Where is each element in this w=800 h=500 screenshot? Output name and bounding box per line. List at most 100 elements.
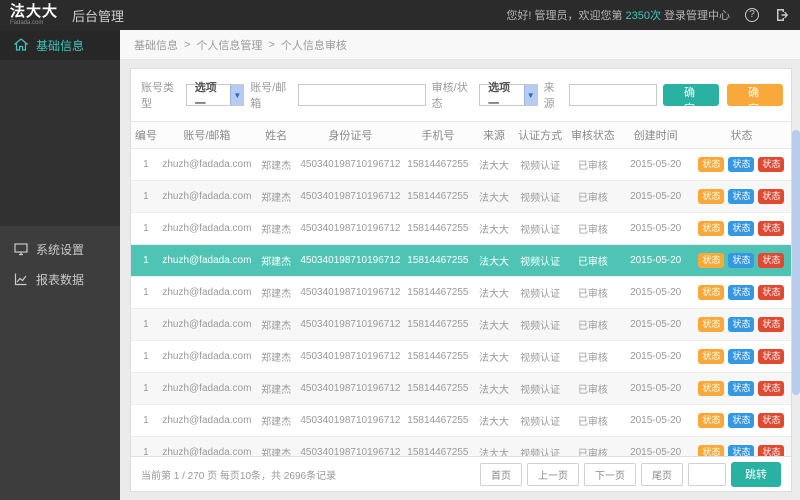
breadcrumb: 基础信息 > 个人信息管理 > 个人信息审核: [120, 30, 800, 60]
row-status-button[interactable]: 状态: [698, 317, 725, 332]
last-page-button[interactable]: 尾页: [641, 462, 683, 486]
sidebar-item-basic-info[interactable]: 基础信息: [0, 30, 120, 60]
cell-auth: 视频认证: [513, 180, 567, 213]
prev-page-button[interactable]: 上一页: [527, 462, 579, 486]
row-status-button[interactable]: 状态: [758, 349, 785, 364]
row-status-button[interactable]: 状态: [698, 157, 725, 172]
table-row[interactable]: 1 zhuzh@fadada.com 郑建杰 450340198710196712 15…: [131, 404, 791, 437]
cell-phone: 15814467255: [401, 148, 475, 181]
row-status-button[interactable]: 状态: [698, 445, 725, 456]
column-header: 编号: [131, 121, 161, 149]
row-status-button[interactable]: 状态: [698, 413, 725, 428]
row-status-button[interactable]: 状态: [758, 381, 785, 396]
review-status-select[interactable]: 选项一 ▼: [479, 82, 538, 110]
sidebar-item-label: 报表数据: [36, 272, 85, 287]
row-status-button[interactable]: 状态: [728, 381, 755, 396]
account-type-label: 账号类型: [141, 82, 174, 110]
row-status-button[interactable]: 状态: [728, 445, 755, 456]
row-status-button[interactable]: 状态: [698, 285, 725, 300]
row-status-button[interactable]: 状态: [728, 317, 755, 332]
question-circle-icon[interactable]: ?: [744, 7, 760, 23]
cell-source: 法大大: [474, 436, 514, 456]
account-label: 账号/邮箱: [250, 82, 287, 110]
cell-source: 法大大: [474, 372, 514, 405]
table-row[interactable]: 1 zhuzh@fadada.com 郑建杰 450340198710196712 15…: [131, 308, 791, 341]
logout-icon[interactable]: [774, 7, 790, 23]
jump-page-input[interactable]: [688, 462, 726, 486]
data-table: 编号 账号/邮箱 姓名 身份证号 手机号 来源 认证方式 审核状态 创建时间 状态 1 zhuzh@…: [131, 121, 791, 456]
logo-text: 法大大: [10, 3, 59, 20]
cell-no: 1: [131, 276, 161, 309]
cell-actions: 状态 状态 状态: [691, 436, 791, 456]
sidebar-item-system-settings[interactable]: 系统设置: [0, 234, 120, 264]
cell-name: 郑建杰: [253, 276, 300, 309]
row-status-button[interactable]: 状态: [728, 413, 755, 428]
table-row[interactable]: 1 zhuzh@fadada.com 郑建杰 450340198710196712 15…: [131, 212, 791, 245]
row-status-button[interactable]: 状态: [728, 349, 755, 364]
row-status-button[interactable]: 状态: [728, 189, 755, 204]
home-icon: [14, 38, 28, 51]
table-header-row: 编号 账号/邮箱 姓名 身份证号 手机号 来源 认证方式 审核状态 创建时间 状态: [131, 121, 791, 149]
cell-no: 1: [131, 436, 161, 456]
breadcrumb-item[interactable]: 个人信息审核: [281, 37, 347, 53]
row-status-button[interactable]: 状态: [728, 253, 755, 268]
row-status-button[interactable]: 状态: [758, 189, 785, 204]
scrollbar-thumb[interactable]: [792, 130, 800, 395]
row-status-button[interactable]: 状态: [758, 317, 785, 332]
table-row[interactable]: 1 zhuzh@fadada.com 郑建杰 450340198710196712 15…: [131, 244, 791, 277]
row-status-button[interactable]: 状态: [728, 157, 755, 172]
account-input[interactable]: [297, 84, 426, 106]
pagination-summary: 当前第 1 / 270 页 每页10条，共 2696条记录: [141, 470, 337, 482]
next-page-button[interactable]: 下一页: [584, 462, 636, 486]
cell-account: zhuzh@fadada.com: [160, 404, 254, 437]
table-row[interactable]: 1 zhuzh@fadada.com 郑建杰 450340198710196712 15…: [131, 340, 791, 373]
row-status-button[interactable]: 状态: [698, 253, 725, 268]
cell-account: zhuzh@fadada.com: [160, 244, 254, 277]
row-status-button[interactable]: 状态: [698, 349, 725, 364]
row-status-button[interactable]: 状态: [698, 381, 725, 396]
column-header: 来源: [474, 121, 514, 149]
data-table-wrap: 编号 账号/邮箱 姓名 身份证号 手机号 来源 认证方式 审核状态 创建时间 状态 1 zhuzh@…: [131, 121, 791, 456]
cell-review: 已审核: [566, 404, 620, 437]
sidebar: 基础信息 系统设置 报表数据: [0, 30, 120, 500]
row-status-button[interactable]: 状态: [758, 285, 785, 300]
table-row[interactable]: 1 zhuzh@fadada.com 郑建杰 450340198710196712 15…: [131, 148, 791, 181]
row-status-button[interactable]: 状态: [758, 413, 785, 428]
cell-phone: 15814467255: [401, 404, 475, 437]
source-label: 来源: [543, 82, 555, 110]
table-body: 1 zhuzh@fadada.com 郑建杰 450340198710196712 15…: [131, 148, 791, 456]
row-status-button[interactable]: 状态: [698, 221, 725, 236]
table-row[interactable]: 1 zhuzh@fadada.com 郑建杰 450340198710196712 15…: [131, 180, 791, 213]
cell-account: zhuzh@fadada.com: [160, 148, 254, 181]
sidebar-item-label: 系统设置: [36, 242, 85, 257]
table-row[interactable]: 1 zhuzh@fadada.com 郑建杰 450340198710196712 15…: [131, 436, 791, 456]
row-status-button[interactable]: 状态: [758, 221, 785, 236]
table-row[interactable]: 1 zhuzh@fadada.com 郑建杰 450340198710196712 15…: [131, 372, 791, 405]
cell-actions: 状态 状态 状态: [691, 180, 791, 213]
row-status-button[interactable]: 状态: [758, 253, 785, 268]
monitor-icon: [14, 243, 28, 256]
account-type-select[interactable]: 选项一 ▼: [185, 82, 245, 110]
cell-no: 1: [131, 340, 161, 373]
confirm-button[interactable]: 确 定: [662, 84, 719, 115]
cell-created: 2015-05-20: [619, 308, 692, 341]
reset-button[interactable]: 确 定: [726, 84, 783, 115]
source-input[interactable]: [568, 84, 657, 106]
cell-review: 已审核: [566, 340, 620, 373]
sidebar-item-report-data[interactable]: 报表数据: [0, 264, 120, 294]
cell-no: 1: [131, 372, 161, 405]
admin-page: 法大大 Fadada.com 后台管理 您好! 管理员，欢迎您第 2350次 登录管…: [0, 0, 800, 500]
row-status-button[interactable]: 状态: [758, 157, 785, 172]
column-header: 姓名: [253, 121, 300, 149]
first-page-button[interactable]: 首页: [480, 462, 522, 486]
row-status-button[interactable]: 状态: [728, 285, 755, 300]
table-row[interactable]: 1 zhuzh@fadada.com 郑建杰 450340198710196712 15…: [131, 276, 791, 309]
breadcrumb-item[interactable]: 个人信息管理: [196, 37, 262, 53]
row-status-button[interactable]: 状态: [698, 189, 725, 204]
jump-button[interactable]: 跳转: [731, 461, 781, 487]
breadcrumb-item[interactable]: 基础信息: [134, 37, 178, 53]
cell-name: 郑建杰: [253, 180, 300, 213]
row-status-button[interactable]: 状态: [758, 445, 785, 456]
review-status-label: 审核/状态: [431, 82, 468, 110]
row-status-button[interactable]: 状态: [728, 221, 755, 236]
